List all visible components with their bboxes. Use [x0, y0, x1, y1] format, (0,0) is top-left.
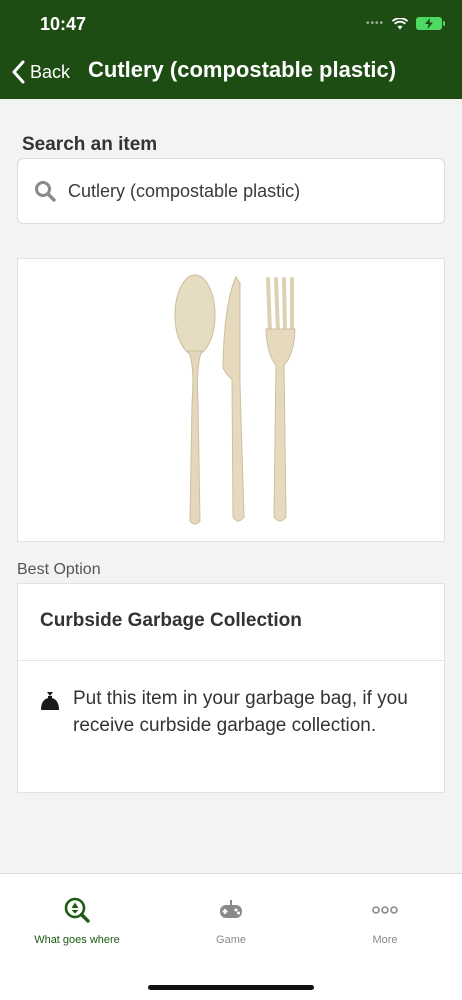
search-label: Search an item	[22, 134, 158, 155]
game-controller-icon	[220, 900, 242, 918]
search-icon	[35, 181, 56, 202]
status-indicators: ••••	[365, 17, 445, 30]
tab-bar: What goes where Game More	[0, 873, 462, 1000]
tab-game[interactable]: Game	[154, 896, 308, 946]
more-icon	[372, 906, 398, 914]
cutlery-image	[174, 274, 296, 525]
header-bar: 10:47 •••• Back Cutlery (compostable pla…	[0, 0, 462, 99]
option-title: Curbside Garbage Collection	[40, 610, 302, 631]
item-image	[17, 258, 445, 542]
chevron-left-icon	[12, 60, 25, 84]
search-input[interactable]	[68, 180, 408, 202]
page-title: Cutlery (compostable plastic)	[88, 57, 397, 82]
back-label: Back	[30, 61, 71, 82]
home-indicator	[148, 985, 314, 990]
recycle-search-icon	[64, 897, 90, 923]
best-option-card: Curbside Garbage Collection Put this ite…	[17, 583, 445, 793]
status-time: 10:47	[40, 14, 87, 34]
garbage-bag-icon	[41, 692, 59, 710]
search-field[interactable]	[17, 158, 445, 224]
best-option-label: Best Option	[17, 561, 101, 578]
divider	[18, 660, 444, 661]
option-description: Put this item in your garbage bag, if yo…	[73, 688, 408, 736]
tab-more[interactable]: More	[308, 896, 462, 946]
wifi-icon	[392, 17, 408, 29]
tab-label: Game	[216, 934, 246, 946]
signal-icon: ••••	[365, 18, 384, 29]
tab-label: More	[372, 934, 398, 946]
battery-icon	[416, 17, 445, 30]
tab-what-goes-where[interactable]: What goes where	[0, 896, 154, 946]
back-button[interactable]: Back	[12, 60, 70, 84]
tab-label: What goes where	[34, 934, 120, 946]
